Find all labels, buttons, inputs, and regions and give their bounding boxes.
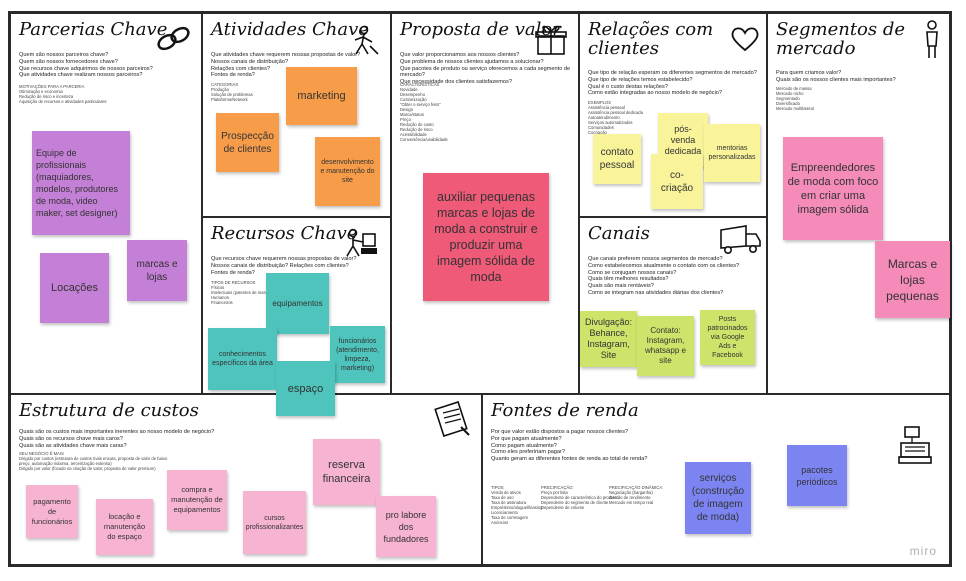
block-title: Fontes de renda — [491, 400, 639, 421]
sticky-note[interactable]: pagamento de funcionários — [26, 485, 78, 538]
delivery-truck-icon — [720, 225, 761, 254]
forklift-worker-icon — [346, 228, 377, 257]
block-hints: TIPOS Venda de ativos Taxa de uso Taxa d… — [491, 485, 543, 525]
block-canais[interactable]: Canais Que canais preferem nossos segmen… — [580, 218, 768, 395]
block-title: Parcerias Chave — [19, 19, 168, 40]
block-title: Canais — [588, 223, 650, 244]
block-questions: Quem são nossos parceiros chave? Quem sã… — [19, 52, 153, 79]
cash-register-icon — [898, 426, 932, 464]
block-questions: Que tipo de relação esperam os diferente… — [588, 70, 757, 97]
sticky-note[interactable]: desenvolvimento e manutenção do site — [315, 137, 380, 206]
block-hints: CATEGORIAS Produção Solução de problemas… — [211, 82, 253, 102]
block-hints: CARACTERÍSTICAS Novidade Desempenho Cust… — [400, 82, 448, 142]
sticky-note[interactable]: Divulgação: Behance, Instagram, Site — [580, 311, 637, 367]
block-hints: PRECIFICAÇÃO DINÂMICA: Negociação (barga… — [609, 485, 664, 505]
miro-logo: miro — [909, 544, 937, 558]
sticky-note[interactable]: equipamentos — [266, 273, 329, 334]
block-title: Segmentos de mercado — [776, 19, 906, 59]
sticky-note[interactable]: marketing — [286, 67, 357, 125]
block-proposta-de-valor[interactable]: Proposta de valor Que valor proporcionam… — [392, 14, 580, 395]
sticky-note[interactable]: Equipe de profissionais (maquiadores, mo… — [32, 131, 130, 235]
block-estrutura-de-custos[interactable]: Estrutura de custos Quais são os custos … — [11, 395, 483, 564]
block-title: Relações com clientes — [588, 19, 714, 59]
receipt-icon — [434, 401, 470, 437]
sticky-note[interactable]: Posts patrocinados via Google Ads e Face… — [700, 310, 755, 365]
block-questions: Quais são os custos mais importantes ine… — [19, 429, 215, 449]
sticky-note[interactable]: conhecimentos específicos da área — [208, 328, 277, 390]
chain-links-icon — [157, 26, 190, 51]
sticky-note[interactable]: Contato: Instagram, whatsapp e site — [637, 316, 694, 376]
block-questions: Que canais preferem nossos segmentos de … — [588, 256, 740, 296]
sticky-note[interactable]: cursos profissionalizantes — [243, 491, 306, 554]
block-hints: PRECIFICAÇÃO: Preço por lista Dependente… — [541, 485, 617, 510]
heart-icon — [731, 27, 759, 52]
sticky-note[interactable]: auxiliar pequenas marcas e lojas de moda… — [423, 173, 549, 301]
sticky-note[interactable]: mentorias personalizadas — [704, 124, 760, 182]
person-standing-icon — [926, 20, 938, 58]
sticky-note[interactable]: co-criação — [651, 154, 703, 209]
block-hints: SEU NEGÓCIO É MAIS Dirigido por custos (… — [19, 451, 168, 471]
block-fontes-de-renda[interactable]: Fontes de renda Por que valor estão disp… — [483, 395, 949, 564]
block-atividades-chave[interactable]: Atividades Chave Que atividades chave re… — [203, 14, 392, 218]
block-recursos-chave[interactable]: Recursos Chave Que recursos chave requer… — [203, 218, 392, 416]
sticky-note[interactable]: pro labore dos fundadores — [376, 496, 436, 557]
block-hints: Mercado de massa Mercado nicho Segmentad… — [776, 86, 814, 111]
worker-icon — [354, 25, 379, 55]
block-hints: MOTIVAÇÕES PARA A PARCERIA Otimização e … — [19, 84, 107, 104]
sticky-note[interactable]: Marcas e lojas pequenas — [875, 241, 950, 318]
sticky-note[interactable]: compra e manutenção de equipamentos — [167, 470, 227, 530]
block-parcerias-chave[interactable]: Parcerias Chave Quem são nossos parceiro… — [11, 14, 203, 395]
sticky-note[interactable]: Locações — [40, 253, 109, 323]
sticky-note[interactable]: Empreendedores de moda com foco em criar… — [783, 137, 883, 240]
sticky-note[interactable]: Prospecção de clientes — [216, 113, 279, 172]
sticky-note[interactable]: contato pessoal — [593, 134, 641, 184]
gift-box-icon — [535, 25, 567, 55]
block-segmentos-de-mercado[interactable]: Segmentos de mercado Para quem criamos v… — [768, 14, 950, 395]
sticky-note[interactable]: serviços (construção de imagem de moda) — [685, 462, 751, 534]
business-model-canvas: Parcerias Chave Quem são nossos parceiro… — [8, 11, 952, 567]
sticky-note[interactable]: funcionários (atendimento, limpeza, mark… — [330, 326, 385, 383]
block-title: Estrutura de custos — [19, 400, 199, 421]
block-questions: Para quem criamos valor? Quais são os no… — [776, 70, 896, 83]
block-title: Atividades Chave — [211, 19, 369, 40]
block-hints: EXEMPLOS Assistência pessoal Assistência… — [588, 100, 643, 135]
sticky-note[interactable]: reserva financeira — [313, 439, 380, 505]
block-relacoes-com-clientes[interactable]: Relações com clientes Que tipo de relaçã… — [580, 14, 768, 218]
sticky-note[interactable]: pacotes periódicos — [787, 445, 847, 506]
block-questions: Por que valor estão dispostos a pagar no… — [491, 429, 648, 463]
block-title: Recursos Chave — [211, 223, 358, 244]
sticky-note[interactable]: locação e manutenção do espaço — [96, 499, 153, 555]
sticky-note[interactable]: marcas e lojas — [127, 240, 187, 301]
